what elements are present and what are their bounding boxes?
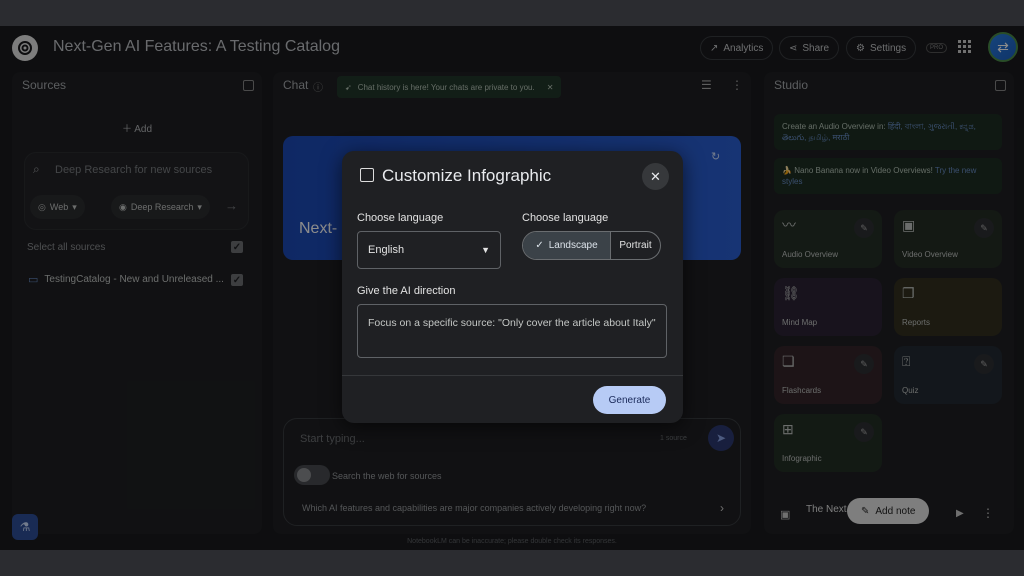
orientation-toggle: ✓ Landscape Portrait — [522, 231, 661, 260]
dialog-title: Customize Infographic — [382, 166, 552, 185]
customize-infographic-dialog: Customize Infographic ✕ Choose language … — [342, 151, 683, 423]
direction-textarea[interactable]: Focus on a specific source: "Only cover … — [357, 304, 667, 358]
orientation-label: Choose language — [522, 212, 609, 224]
bottom-frame — [0, 550, 1024, 576]
divider — [342, 375, 683, 376]
language-select[interactable]: English ▼ — [357, 231, 501, 269]
portrait-option[interactable]: Portrait — [611, 232, 660, 259]
close-button[interactable]: ✕ — [642, 163, 669, 190]
generate-button[interactable]: Generate — [593, 386, 666, 414]
portrait-label: Portrait — [619, 240, 652, 251]
top-frame — [0, 0, 1024, 26]
direction-label: Give the AI direction — [357, 285, 456, 297]
language-label: Choose language — [357, 212, 444, 224]
language-value: English — [368, 244, 405, 256]
infographic-icon — [360, 168, 374, 182]
landscape-option[interactable]: ✓ Landscape — [523, 232, 611, 259]
check-icon: ✓ — [535, 240, 544, 251]
chevron-down-icon: ▼ — [481, 245, 490, 255]
landscape-label: Landscape — [548, 240, 598, 251]
